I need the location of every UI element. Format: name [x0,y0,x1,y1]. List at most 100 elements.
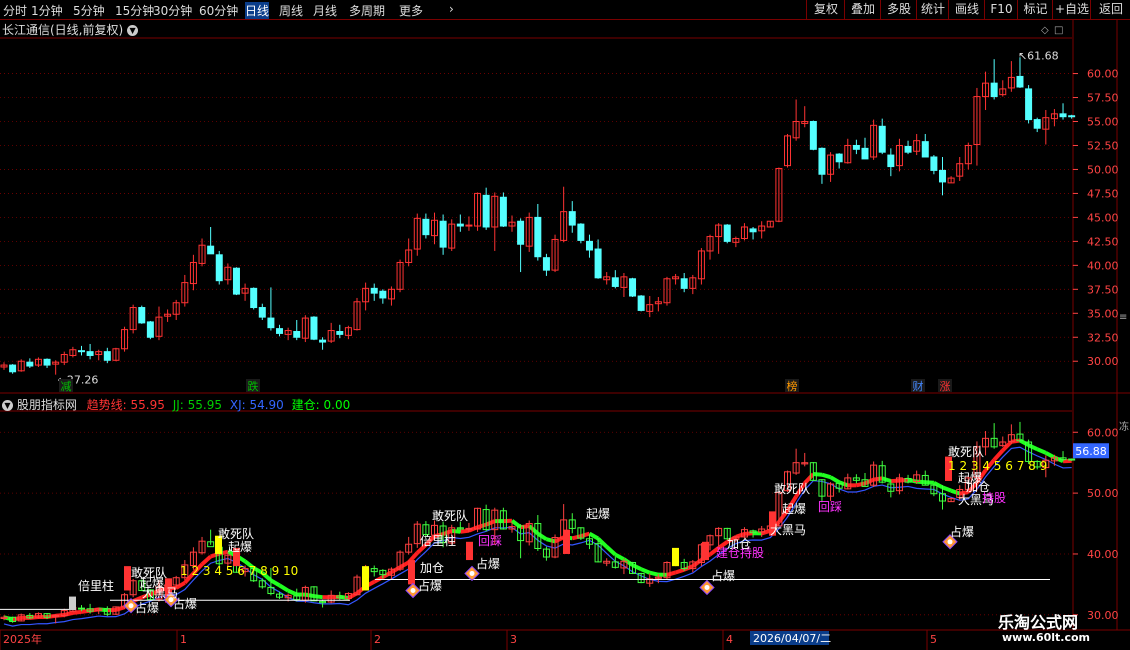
price-tick-label: 52.50 [1087,139,1119,152]
price-tick-label: 35.00 [1087,307,1119,320]
candle-body [938,169,946,183]
candle-body [267,317,275,329]
trend-line-segment [881,476,892,483]
diamond-marker-dot [947,539,953,545]
trend-line-segment [399,560,410,569]
candle-body [1025,88,1033,121]
signal-bar [466,541,473,561]
trend-line-segment [614,552,625,561]
watermark-title: 乐淘公式网 [998,613,1079,632]
candle-body [568,211,576,226]
chevron-down-icon[interactable]: ▼ [127,25,139,36]
candle-body [482,194,490,228]
trend-line-segment [115,605,126,612]
date-label-2: 2 [374,633,381,646]
indicator-label-29: 占爆 [950,524,974,539]
indicator-label-8: 占爆 [173,596,197,611]
candle-body [86,351,94,356]
trend-line-segment [536,531,548,541]
candle-body [207,245,215,255]
trend-line-segment [1036,447,1047,455]
diamond-marker-dot [410,587,416,593]
chevron-down-icon[interactable]: ▼ [2,400,13,411]
trend-line-segment [72,609,82,615]
trend-line-segment [451,528,461,534]
indicator-label-5: 敢死队 [218,526,254,541]
indicator-label-10: 加仓 [420,561,444,575]
candle-body [1059,113,1067,118]
indicator-label-9: 倍里柱 [420,533,456,548]
signal-bar [672,547,679,567]
high-price-annotation: ↖61.68 [1018,49,1059,62]
trend-line-segment [305,592,315,599]
indicator-label-0: 倍里柱 [78,578,114,593]
trend-line-segment [98,607,108,613]
candle-body [336,331,344,335]
candle-body [26,361,34,367]
trend-line-segment [691,558,703,568]
candle-body [878,125,886,153]
candle-body [629,278,637,297]
indicator-label-7: 1 2 3 4 5 6 7 8 9 10 [180,564,298,578]
trend-line-segment [941,485,952,493]
diamond-marker-dot [704,584,710,590]
trend-line-segment [596,537,609,549]
trend-line-segment [63,610,74,617]
candle-body [138,307,146,324]
trend-line-segment [605,545,617,557]
price-tick-label: 50.00 [1087,163,1119,176]
candle-body [1016,75,1024,88]
trend-line-segment [545,537,556,544]
indicator-value-xj: XJ: 54.90 [229,398,284,412]
signal-bar [702,541,709,561]
candle-body [887,154,895,168]
candle-body [370,287,378,294]
indicator-label-11: 占爆 [418,578,442,593]
indicator-value-jj: JJ: 55.95 [172,398,223,412]
candle-body [585,240,593,251]
trend-line-segment [390,565,402,574]
date-highlight-label: 2026/04/07/二 [753,632,831,645]
main-header: 长江通信(日线,前复权) ▼ [2,21,139,38]
signal-bar [124,566,131,591]
signal-bar [408,560,415,585]
indicator-tick-label: 50.00 [1087,487,1119,500]
date-label-1: 1 [180,633,187,646]
date-label-4: 4 [726,633,733,646]
candle-body [215,254,223,282]
signal-bar [362,566,369,591]
candle-body [1068,115,1076,118]
price-tick-label: 47.50 [1087,187,1119,200]
candle-body [465,224,473,227]
price-tick-label: 40.00 [1087,259,1119,272]
trend-line-segment [821,472,832,480]
trend-line-segment [640,567,651,575]
candle-body [594,248,602,279]
trend-line-segment [210,551,220,559]
side-panel-label: 冻 [1119,420,1129,433]
indicator-header: ▼ 股朋指标网 趋势线: 55.95 JJ: 55.95 XJ: 54.90 建… [2,396,350,413]
indicator-label-22: 回踩 [818,500,842,514]
diamond-icon: ◇ [1041,25,1049,36]
trend-line-segment [287,588,298,597]
kline-chart[interactable]: 60.00 57.50 55.00 52.50 50.00 47.50 45.00 42.50… [0,0,1130,650]
candle-body [319,339,327,343]
indicator-label-20: 敢死队 [774,481,810,496]
signal-bar [69,596,76,610]
indicator-label-6: 起爆 [228,540,252,554]
candle-body [456,223,464,227]
indicator-label-4: 占爆 [135,600,159,615]
candle-body [809,121,817,150]
trend-line-segment [631,563,643,571]
diamond-marker-dot [128,603,134,609]
watermark-url: www.60lt.com [1002,631,1091,644]
indicator-label-14: 起爆 [586,507,610,521]
trend-line-segment [580,531,591,539]
indicator-candle-body [1068,458,1076,461]
candle-body [835,153,843,163]
candle-body [818,147,826,175]
date-label-3: 3 [510,633,517,646]
candle-body [723,224,731,242]
event-tag: 跌 [248,379,259,393]
candle-body [43,358,51,366]
